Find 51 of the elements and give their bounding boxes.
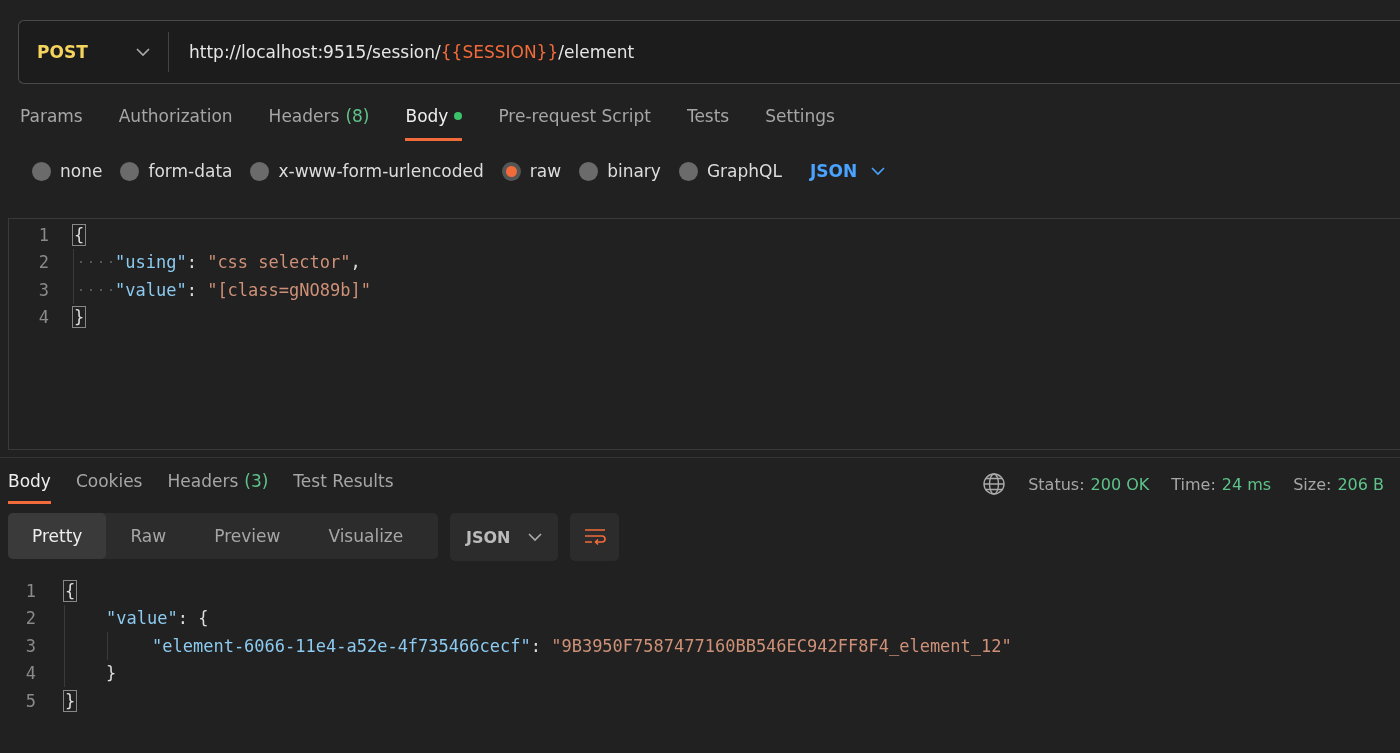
radio-option[interactable]: x-www-form-urlencoded bbox=[250, 161, 484, 181]
chevron-icon bbox=[136, 47, 150, 57]
status-item: Status: 200 OK bbox=[1028, 474, 1150, 494]
code-line: { bbox=[64, 579, 77, 603]
code-line: "element-6066-11e4-a52e-4f735466cecf": "9B3950F7587477160BB546EC942FF8F4_element_12" bbox=[64, 632, 1012, 660]
response-tab[interactable]: Body bbox=[8, 471, 51, 504]
globe-icon[interactable] bbox=[982, 472, 1007, 496]
view-mode-tab[interactable]: Raw bbox=[106, 513, 191, 559]
radio-option[interactable]: binary bbox=[579, 161, 661, 181]
wrap-lines-icon bbox=[582, 527, 607, 547]
format-dropdown[interactable]: JSON bbox=[450, 513, 559, 561]
chevron-icon bbox=[528, 532, 543, 542]
request-tab[interactable]: Params bbox=[20, 106, 83, 141]
line-number: 2 bbox=[24, 608, 37, 629]
view-mode-tab[interactable]: Pretty bbox=[8, 513, 107, 559]
line-number: 4 bbox=[37, 307, 50, 328]
method-dropdown[interactable]: POST bbox=[19, 32, 169, 72]
code-line: "using": "css selector", bbox=[73, 248, 361, 276]
request-tab[interactable]: Tests bbox=[686, 106, 730, 141]
line-number: 3 bbox=[24, 635, 37, 656]
radio-option[interactable]: GraphQL bbox=[678, 161, 782, 181]
format-dropdown[interactable]: JSON bbox=[799, 161, 886, 181]
request-tab[interactable]: Settings bbox=[765, 106, 835, 141]
status-item: Time: 24 ms bbox=[1171, 474, 1272, 494]
response-tab[interactable]: Test Results bbox=[293, 471, 394, 504]
radio-option[interactable]: none bbox=[32, 161, 103, 181]
line-number: 4 bbox=[24, 663, 37, 684]
code-line: } bbox=[73, 306, 86, 330]
request-tab[interactable]: Authorization bbox=[118, 106, 233, 141]
line-number: 1 bbox=[37, 224, 50, 245]
view-mode-tab[interactable]: Preview bbox=[190, 513, 305, 559]
radio-option[interactable]: form-data bbox=[120, 161, 233, 181]
view-mode-tab[interactable]: Visualize bbox=[304, 513, 428, 559]
line-number: 5 bbox=[24, 690, 37, 711]
line-number: 3 bbox=[37, 279, 50, 300]
chevron-icon bbox=[871, 166, 886, 176]
code-line: "value": "[class=gNO89b]" bbox=[73, 276, 371, 304]
response-tab[interactable]: Cookies bbox=[75, 471, 143, 504]
request-tab[interactable]: Body bbox=[405, 106, 463, 141]
status-item: Size: 206 B bbox=[1293, 474, 1384, 494]
response-tab[interactable]: Headers (3) bbox=[167, 471, 269, 504]
request-tab[interactable]: Pre-request Script bbox=[498, 106, 651, 141]
url-field[interactable]: http://localhost:9515/session/{{SESSION}}/element bbox=[169, 42, 635, 62]
code-line: } bbox=[64, 659, 117, 687]
code-line: { bbox=[73, 223, 86, 247]
radio-option[interactable]: raw bbox=[501, 161, 562, 181]
wrap-lines-button[interactable] bbox=[570, 513, 620, 561]
code-line: } bbox=[64, 689, 77, 713]
request-tab[interactable]: Headers (8) bbox=[268, 106, 370, 141]
line-number: 1 bbox=[24, 580, 37, 601]
line-number: 2 bbox=[37, 252, 50, 273]
